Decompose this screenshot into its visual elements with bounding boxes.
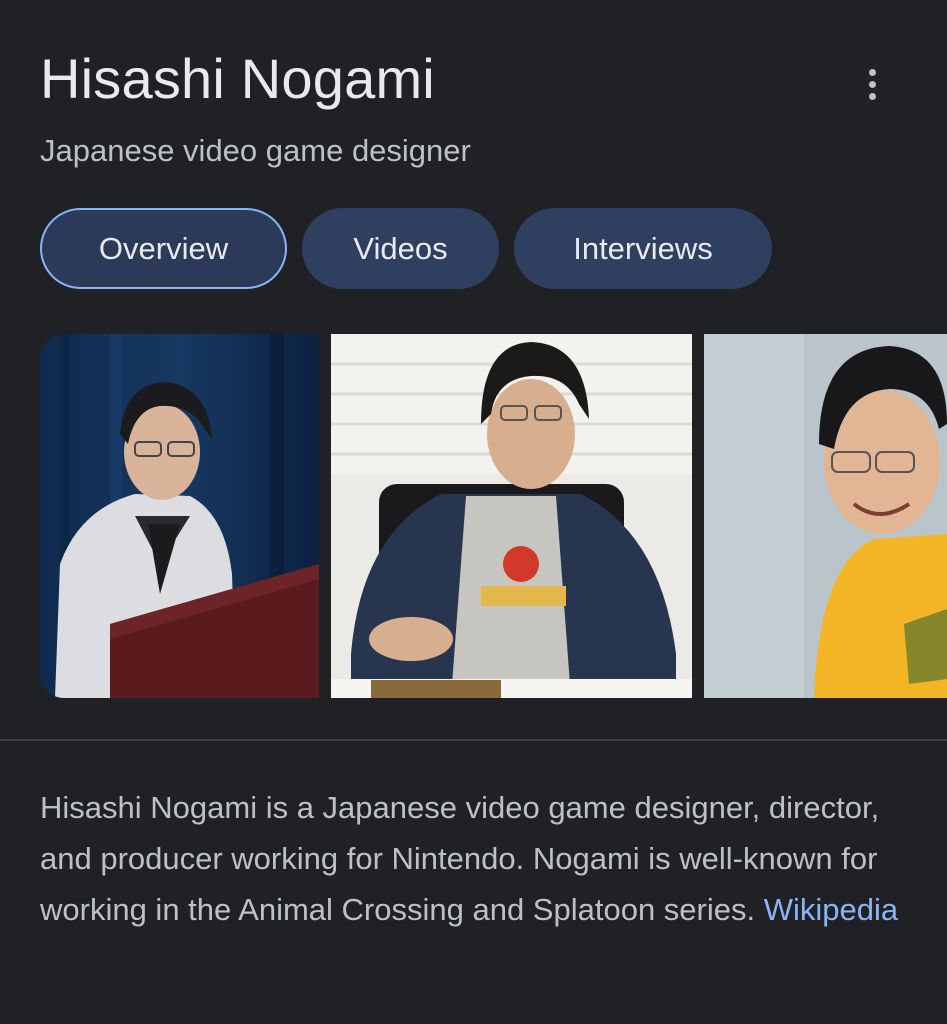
section-divider — [0, 739, 947, 741]
tab-overview[interactable]: Overview — [40, 208, 287, 289]
entity-description: Hisashi Nogami is a Japanese video game … — [40, 782, 910, 935]
photo-seated[interactable] — [331, 334, 692, 698]
image-carousel[interactable] — [40, 334, 947, 698]
tab-interviews[interactable]: Interviews — [514, 208, 772, 289]
more-vert-icon — [868, 68, 876, 76]
wikipedia-link[interactable]: Wikipedia — [764, 892, 898, 927]
description-text: Hisashi Nogami is a Japanese video game … — [40, 790, 880, 927]
photo-podium[interactable] — [40, 334, 319, 698]
photo-smiling[interactable] — [704, 334, 947, 698]
entity-title: Hisashi Nogami — [40, 47, 435, 110]
more-vert-icon-dot — [868, 92, 876, 100]
entity-subtitle: Japanese video game designer — [40, 133, 471, 168]
more-vert-icon-dot — [868, 80, 876, 88]
more-options-button[interactable] — [852, 64, 892, 104]
tab-videos[interactable]: Videos — [302, 208, 499, 289]
